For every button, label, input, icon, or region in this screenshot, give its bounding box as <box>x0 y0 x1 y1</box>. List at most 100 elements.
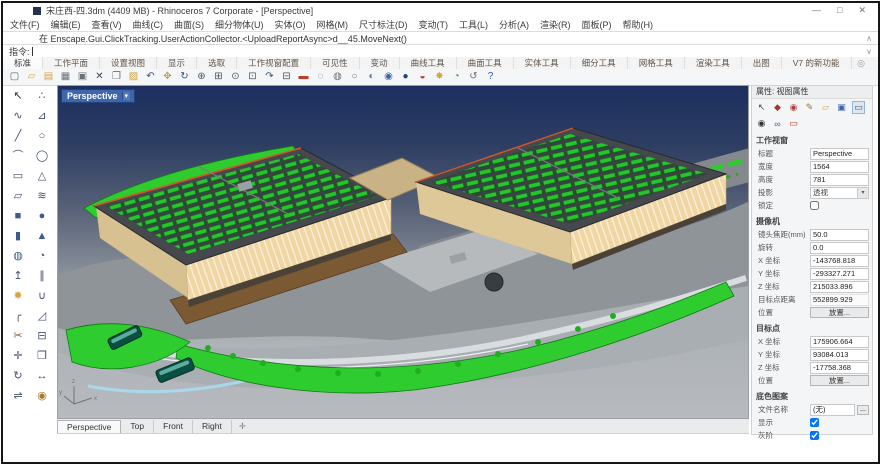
wallpaper-filename-field[interactable] <box>810 404 855 416</box>
menu-item-render[interactable]: 渲染(R) <box>540 18 571 31</box>
locked-checkbox[interactable] <box>810 201 819 210</box>
zoom-window-icon[interactable]: ⊞ <box>212 70 225 84</box>
link-icon[interactable]: ∞ <box>772 119 783 129</box>
tab-surface-tools[interactable]: 曲面工具 <box>457 57 514 69</box>
menu-item-mesh[interactable]: 网格(M) <box>317 18 349 31</box>
shaded-display-icon[interactable]: ◐ <box>365 70 378 84</box>
cone-icon[interactable]: ▲ <box>30 227 54 247</box>
menu-item-dimension[interactable]: 尺寸标注(D) <box>359 18 408 31</box>
line-icon[interactable]: ╱ <box>6 127 30 147</box>
tab-drafting[interactable]: 出图 <box>742 57 782 69</box>
polygon-icon[interactable]: △ <box>30 167 54 187</box>
chamfer-icon[interactable]: ◿ <box>30 307 54 327</box>
tab-display[interactable]: 显示 <box>157 57 197 69</box>
target-z-field[interactable] <box>810 362 869 374</box>
layers-folder-icon[interactable]: ▱ <box>820 102 831 113</box>
menu-item-subd[interactable]: 细分物体(U) <box>215 18 264 31</box>
grasshopper-icon[interactable]: ◔ <box>450 70 463 84</box>
viewport-title[interactable]: Perspective <box>67 91 118 101</box>
copy-properties-icon[interactable]: ▣ <box>76 70 89 84</box>
rotate-view-icon[interactable]: ↻ <box>178 70 191 84</box>
menu-item-surface[interactable]: 曲面(S) <box>174 18 204 31</box>
ellipse-icon[interactable]: ◯ <box>30 147 54 167</box>
texture-image-icon[interactable]: ▣ <box>836 102 847 113</box>
render-icon[interactable]: ◒ <box>416 70 429 84</box>
target-x-field[interactable] <box>810 336 869 348</box>
new-viewport-tab[interactable]: ✛ <box>232 420 253 433</box>
tab-cplane[interactable]: 工作平面 <box>43 57 100 69</box>
viewport-tab-perspective[interactable]: Perspective <box>57 420 121 433</box>
menu-item-edit[interactable]: 编辑(E) <box>51 18 81 31</box>
explode-icon[interactable]: ✸ <box>6 287 30 307</box>
menu-item-solid[interactable]: 实体(O) <box>275 18 306 31</box>
viewport-tab-top[interactable]: Top <box>121 420 154 433</box>
command-scroll-down-icon[interactable]: ∨ <box>866 47 872 56</box>
sun-icon[interactable]: ✸ <box>433 70 446 84</box>
menu-item-panels[interactable]: 面板(P) <box>582 18 612 31</box>
copy-icon[interactable]: ❐ <box>110 70 123 84</box>
polyline-icon[interactable]: ⊿ <box>30 107 54 127</box>
box-icon[interactable]: ■ <box>6 207 30 227</box>
scale-icon[interactable]: ↔ <box>30 367 54 387</box>
hide-object-icon[interactable]: ◍ <box>331 70 344 84</box>
raytraced-display-icon[interactable]: ● <box>399 70 412 84</box>
tab-render-tools[interactable]: 渲染工具 <box>685 57 742 69</box>
offset-icon[interactable]: ∥ <box>30 267 54 287</box>
maximize-button[interactable]: □ <box>837 5 842 16</box>
save-icon[interactable]: ▤ <box>42 70 55 84</box>
undo-view-icon[interactable]: ↷ <box>263 70 276 84</box>
object-properties-icon[interactable]: ↖ <box>756 102 767 113</box>
display-properties-icon[interactable]: ◆ <box>772 102 783 113</box>
history-icon[interactable]: ↺ <box>467 70 480 84</box>
surface-icon[interactable]: ▱ <box>6 187 30 207</box>
open-file-icon[interactable]: ▱ <box>25 70 38 84</box>
menu-item-transform[interactable]: 变动(T) <box>419 18 449 31</box>
circle-icon[interactable]: ○ <box>30 127 54 147</box>
menu-item-help[interactable]: 帮助(H) <box>623 18 654 31</box>
viewport-width-field[interactable] <box>810 161 869 173</box>
minimize-button[interactable]: — <box>812 5 821 16</box>
split-icon[interactable]: ⊟ <box>30 327 54 347</box>
curve-icon[interactable]: ∿ <box>6 107 30 127</box>
arc-icon[interactable]: ⌒ <box>6 147 30 167</box>
toolbar-options-icon[interactable]: ◎ <box>857 58 865 69</box>
wallpaper-show-checkbox[interactable] <box>810 418 819 427</box>
cylinder-icon[interactable]: ▮ <box>6 227 30 247</box>
tab-viewport-layout[interactable]: 工作视窗配置 <box>237 57 311 69</box>
four-viewports-icon[interactable]: ⊟ <box>280 70 293 84</box>
rendered-display-icon[interactable]: ◉ <box>382 70 395 84</box>
chevron-down-icon[interactable]: ▾ <box>122 92 131 100</box>
camera-y-field[interactable] <box>810 268 869 280</box>
tab-select[interactable]: 选取 <box>197 57 237 69</box>
camera-rotation-field[interactable] <box>810 242 869 254</box>
camera-place-button[interactable]: 放置... <box>810 307 869 318</box>
command-scroll-up-icon[interactable]: ∧ <box>866 34 872 43</box>
lens-length-field[interactable] <box>810 229 869 241</box>
zoom-dynamic-icon[interactable]: ⊕ <box>195 70 208 84</box>
gumball-icon[interactable]: ◉ <box>30 387 54 407</box>
wallpaper-grayscale-checkbox[interactable] <box>810 431 819 440</box>
pan-icon[interactable]: ✥ <box>161 70 174 84</box>
viewport-properties-icon[interactable]: ▭ <box>852 101 865 114</box>
paste-icon[interactable]: ▨ <box>127 70 140 84</box>
target-y-field[interactable] <box>810 349 869 361</box>
mirror-icon[interactable]: ⇌ <box>6 387 30 407</box>
rectangle-icon[interactable]: ▭ <box>6 167 30 187</box>
undo-icon[interactable]: ↶ <box>144 70 157 84</box>
3d-model-canvas[interactable]: zxy <box>58 86 749 418</box>
menu-item-view[interactable]: 查看(V) <box>92 18 122 31</box>
copy-object-icon[interactable]: ❐ <box>30 347 54 367</box>
tab-transform[interactable]: 变动 <box>360 57 400 69</box>
decal-properties-icon[interactable]: ✎ <box>804 102 815 113</box>
trim-icon[interactable]: ✂ <box>6 327 30 347</box>
tab-new-in-v7[interactable]: V7 的新功能 <box>782 57 852 69</box>
layer-state-icon[interactable]: ▬ <box>297 70 310 84</box>
rotate-icon[interactable]: ↻ <box>6 367 30 387</box>
tab-subd-tools[interactable]: 细分工具 <box>571 57 628 69</box>
print-icon[interactable]: ▦ <box>59 70 72 84</box>
wireframe-display-icon[interactable]: ○ <box>348 70 361 84</box>
close-button[interactable]: ✕ <box>858 5 866 16</box>
new-file-icon[interactable]: ▢ <box>8 70 21 84</box>
viewport-title-field[interactable] <box>810 148 869 160</box>
delete-icon[interactable]: ✕ <box>93 70 106 84</box>
